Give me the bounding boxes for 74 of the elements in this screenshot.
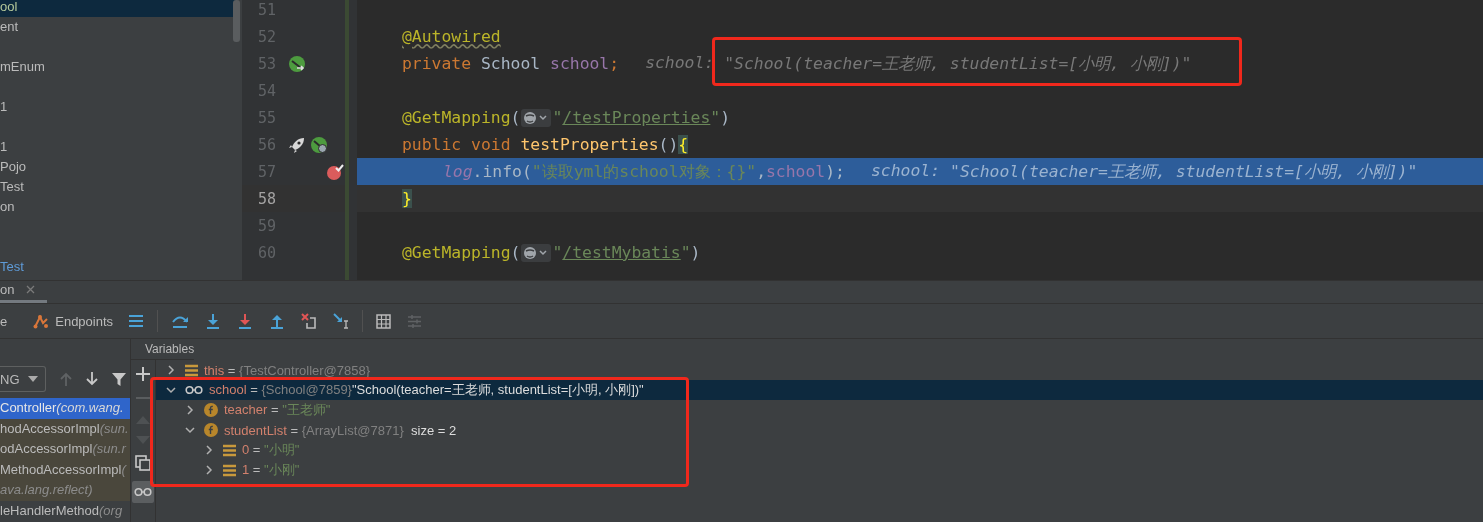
endpoints-icon — [33, 313, 50, 329]
chevron-right-icon[interactable] — [204, 465, 214, 475]
scrollbar[interactable] — [233, 0, 240, 42]
project-tree-item[interactable]: on — [0, 197, 19, 217]
down-arrow-icon[interactable] — [86, 372, 98, 386]
bean-icon[interactable] — [288, 54, 306, 73]
variable-text[interactable]: teacher = "王老师" — [224, 401, 331, 419]
endpoints-tab[interactable]: Endpoints — [31, 313, 116, 329]
project-tree-item[interactable]: Test — [0, 177, 28, 197]
step-out-icon[interactable] — [269, 313, 286, 329]
project-tree-item[interactable]: Pojo — [0, 157, 31, 177]
web-bean-icon[interactable] — [310, 135, 328, 154]
project-tree-item[interactable]: mEnum — [0, 57, 49, 77]
line-number: 58 — [256, 189, 276, 208]
table-icon[interactable] — [376, 313, 392, 329]
stack-frame[interactable]: MethodAccessorImpl( — [0, 459, 130, 481]
code-text: log.info("读取yml的school对象：{}",school); — [443, 160, 845, 183]
project-tree-item[interactable]: ool — [0, 0, 236, 17]
code-text: "/testMybatis") — [552, 243, 701, 262]
code-text: public void testProperties(){ — [402, 135, 689, 154]
add-icon[interactable] — [136, 367, 150, 381]
variable-text[interactable]: 0 = "小明" — [242, 441, 300, 459]
project-tree-item[interactable]: 1 — [0, 97, 12, 117]
panel-title: Variables — [131, 339, 195, 360]
project-tree-item[interactable]: 1 — [0, 137, 12, 157]
variable-text[interactable]: studentList = {ArrayList@7871} size = 2 — [224, 422, 457, 438]
thread-dropdown[interactable]: NG — [0, 366, 46, 392]
project-tree-item[interactable]: ent — [0, 17, 23, 37]
list-icon — [223, 463, 236, 477]
drop-frame-icon[interactable] — [301, 313, 318, 329]
field-icon — [204, 403, 218, 417]
code-text: "/testProperties") — [552, 108, 731, 127]
stack-frame[interactable]: leHandlerMethod(org — [0, 500, 130, 522]
code-text: } — [402, 189, 412, 208]
globe-icon[interactable] — [521, 108, 552, 127]
inline-value-label: school: — [870, 160, 941, 182]
stack-frame[interactable]: odAccessorImpl(sun.r — [0, 439, 130, 460]
stack-frame[interactable]: hodAccessorImpl(sun. — [0, 418, 130, 440]
inline-value: "School(teacher=王老师, studentList=[小明, 小刚])" — [724, 52, 1192, 75]
toolbar-tab[interactable]: e — [0, 313, 8, 329]
watch-icon — [185, 385, 203, 395]
inline-value: "School(teacher=王老师, studentList=[小明, 小刚])" — [950, 160, 1418, 183]
run-to-cursor-icon[interactable] — [333, 313, 350, 329]
inline-value-label: school: — [645, 52, 715, 74]
close-icon[interactable] — [26, 285, 36, 294]
code-text: @GetMapping( — [402, 108, 521, 127]
chevron-right-icon[interactable] — [185, 405, 195, 415]
project-tree-item[interactable]: Test — [0, 257, 28, 277]
list-icon — [223, 443, 236, 457]
code-text: @Autowired — [402, 27, 501, 46]
filter-icon[interactable] — [112, 372, 126, 386]
watches-toggle[interactable] — [132, 481, 154, 503]
rocket-icon[interactable] — [288, 135, 306, 154]
menu-icon[interactable] — [128, 314, 145, 328]
list-icon — [185, 363, 198, 377]
force-step-into-icon[interactable] — [237, 313, 254, 329]
breakpoint-icon[interactable] — [326, 162, 344, 181]
variable-text[interactable]: this = {TestController@7858} — [204, 362, 371, 378]
code-text: private School school; — [402, 54, 620, 73]
caret-icon — [27, 376, 38, 382]
code-text: @GetMapping( — [402, 243, 521, 262]
stack-frame[interactable]: Controller(com.wang. — [0, 398, 130, 419]
variable-text[interactable]: 1 = "小刚" — [242, 461, 300, 479]
chevron-right-icon[interactable] — [204, 445, 214, 455]
field-icon — [204, 423, 218, 437]
globe-icon[interactable] — [521, 243, 552, 262]
copy-icon[interactable] — [135, 455, 151, 471]
debug-tab[interactable]: on — [0, 279, 48, 303]
stack-frame[interactable]: ava.lang.reflect) — [0, 480, 130, 501]
chevron-down-icon[interactable] — [166, 385, 176, 395]
step-into-icon[interactable] — [205, 313, 222, 329]
chevron-right-icon[interactable] — [166, 365, 176, 375]
glasses-icon — [134, 487, 152, 497]
chevron-down-icon[interactable] — [185, 425, 195, 435]
